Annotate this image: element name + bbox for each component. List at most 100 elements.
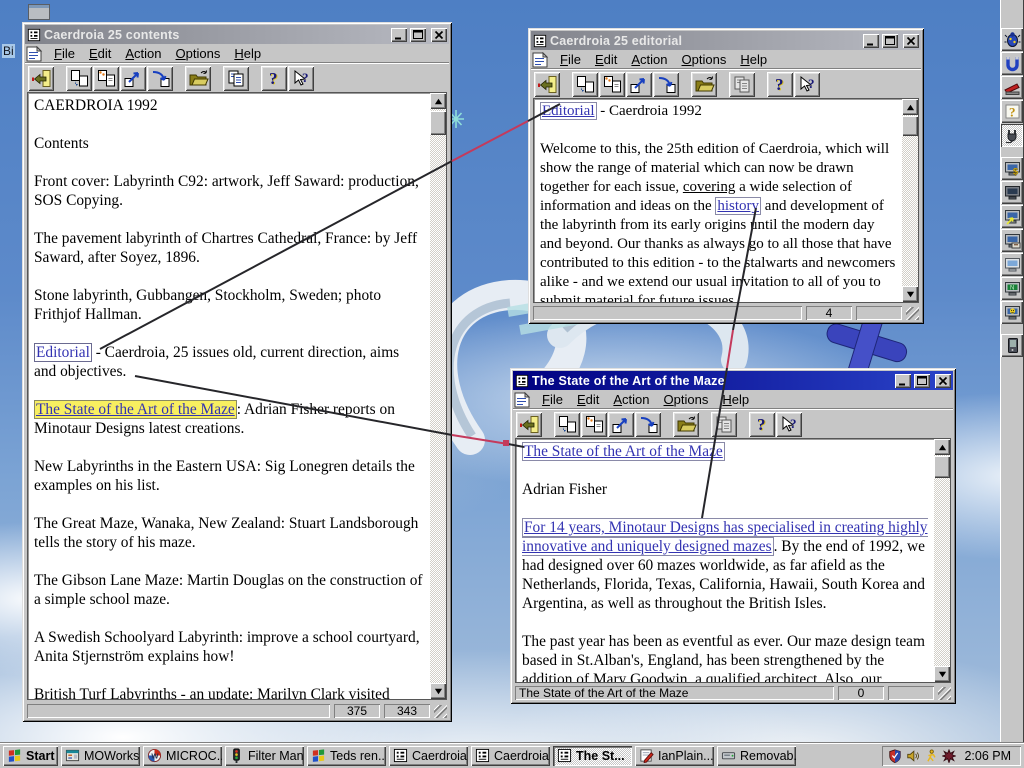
shield-icon[interactable] [888,749,902,763]
minimize-button[interactable] [895,373,911,388]
scroll-down-button[interactable] [902,286,918,302]
replace-page-button[interactable] [93,65,119,91]
computer-dark-icon[interactable] [1001,181,1023,204]
taskbar-button-teds[interactable]: Teds ren... [307,745,386,766]
desktop-icon-partial[interactable] [28,4,50,20]
menu-action[interactable]: Action [606,391,656,408]
open-folder-button[interactable] [691,71,717,97]
link-forward-button[interactable] [120,65,146,91]
help-button[interactable] [261,65,287,91]
copy-button[interactable] [711,411,737,437]
menu-file[interactable]: File [47,45,82,62]
computer-green-icon[interactable] [1001,277,1023,300]
context-help-button[interactable] [794,71,820,97]
document-page-icon[interactable] [531,52,549,68]
window-state-of-the-art[interactable]: The State of the Art of the Maze File Ed… [510,368,956,704]
copy-page-button[interactable] [554,411,580,437]
state-heading-link[interactable]: The State of the Art of the Maze [522,442,725,461]
virus-splat-icon[interactable] [942,749,956,763]
bug-icon[interactable] [1001,28,1023,51]
link-back-button[interactable] [147,65,173,91]
window-caerdroia-editorial[interactable]: Caerdroia 25 editorial File Edit Action … [528,28,924,324]
computer-face-icon[interactable] [1001,301,1023,324]
taskbar-button-filter-manager[interactable]: Filter Man... [225,745,304,766]
editorial-link[interactable]: Editorial [34,343,92,362]
link-back-button[interactable] [635,411,661,437]
scroll-up-button[interactable] [430,93,446,109]
plug-icon[interactable] [1001,124,1023,147]
window-caerdroia-contents[interactable]: Caerdroia 25 contents File Edit Action O… [22,22,452,722]
titlebar[interactable]: The State of the Art of the Maze [513,371,953,390]
scroll-down-button[interactable] [430,683,446,699]
computer-disk-icon[interactable] [1001,229,1023,252]
menu-options[interactable]: Options [169,45,228,62]
scrollbar-thumb[interactable] [934,456,950,478]
document-page-icon[interactable] [25,46,43,62]
taskbar-button-ianplain[interactable]: IanPlain.... [635,745,714,766]
resize-grip[interactable] [938,687,951,700]
maximize-button[interactable] [410,27,426,42]
speaker-icon[interactable] [906,749,920,763]
menu-edit[interactable]: Edit [570,391,606,408]
start-button[interactable]: Start [3,745,58,766]
desktop-icon-label[interactable]: Bi [2,44,15,58]
resize-grip[interactable] [434,705,447,718]
editorial-link[interactable]: Editorial [540,102,597,120]
taskbar-button-microc[interactable]: MICROC... [143,745,222,766]
context-help-button[interactable] [288,65,314,91]
replace-page-button[interactable] [599,71,625,97]
help-button[interactable] [749,411,775,437]
stapler-icon[interactable] [1001,76,1023,99]
computer-dollar-icon[interactable] [1001,157,1023,180]
walking-figure-icon[interactable] [924,749,938,763]
context-help-button[interactable] [776,411,802,437]
help-question-icon[interactable] [1001,100,1023,123]
taskbar-button-caerdroia-2[interactable]: Caerdroia... [471,745,550,766]
menu-action[interactable]: Action [118,45,168,62]
close-button[interactable] [431,27,447,42]
scroll-up-button[interactable] [934,439,950,455]
close-button[interactable] [903,33,919,48]
vertical-scrollbar[interactable] [902,99,918,302]
close-button[interactable] [935,373,951,388]
maximize-button[interactable] [882,33,898,48]
menu-action[interactable]: Action [624,51,674,68]
open-folder-button[interactable] [185,65,211,91]
scrollbar-thumb[interactable] [430,111,446,135]
menu-help[interactable]: Help [733,51,774,68]
computer-arrow-icon[interactable] [1001,205,1023,228]
titlebar[interactable]: Caerdroia 25 editorial [531,31,921,50]
titlebar[interactable]: Caerdroia 25 contents [25,25,449,44]
menu-options[interactable]: Options [675,51,734,68]
menu-help[interactable]: Help [227,45,268,62]
maximize-button[interactable] [914,373,930,388]
menu-help[interactable]: Help [715,391,756,408]
computer-light-icon[interactable] [1001,253,1023,276]
taskbar-button-removable[interactable]: Removab... [717,745,796,766]
replace-page-button[interactable] [581,411,607,437]
minimize-button[interactable] [391,27,407,42]
menu-options[interactable]: Options [657,391,716,408]
history-link[interactable]: history [715,197,762,215]
exit-door-button[interactable] [534,71,560,97]
copy-button[interactable] [223,65,249,91]
vertical-scrollbar[interactable] [430,93,446,699]
scroll-down-button[interactable] [934,666,950,682]
scrollbar-thumb[interactable] [902,116,918,136]
menu-file[interactable]: File [553,51,588,68]
menu-file[interactable]: File [535,391,570,408]
taskbar-button-moworks[interactable]: MOWorks [61,745,140,766]
open-folder-button[interactable] [673,411,699,437]
link-back-button[interactable] [653,71,679,97]
scroll-up-button[interactable] [902,99,918,115]
copy-page-button[interactable] [66,65,92,91]
resize-grip[interactable] [906,307,919,320]
menu-edit[interactable]: Edit [82,45,118,62]
exit-door-button[interactable] [516,411,542,437]
menu-edit[interactable]: Edit [588,51,624,68]
minimize-button[interactable] [863,33,879,48]
document-page-icon[interactable] [513,392,531,408]
exit-door-button[interactable] [28,65,54,91]
link-forward-button[interactable] [608,411,634,437]
covering-note-link[interactable]: covering [683,179,735,195]
